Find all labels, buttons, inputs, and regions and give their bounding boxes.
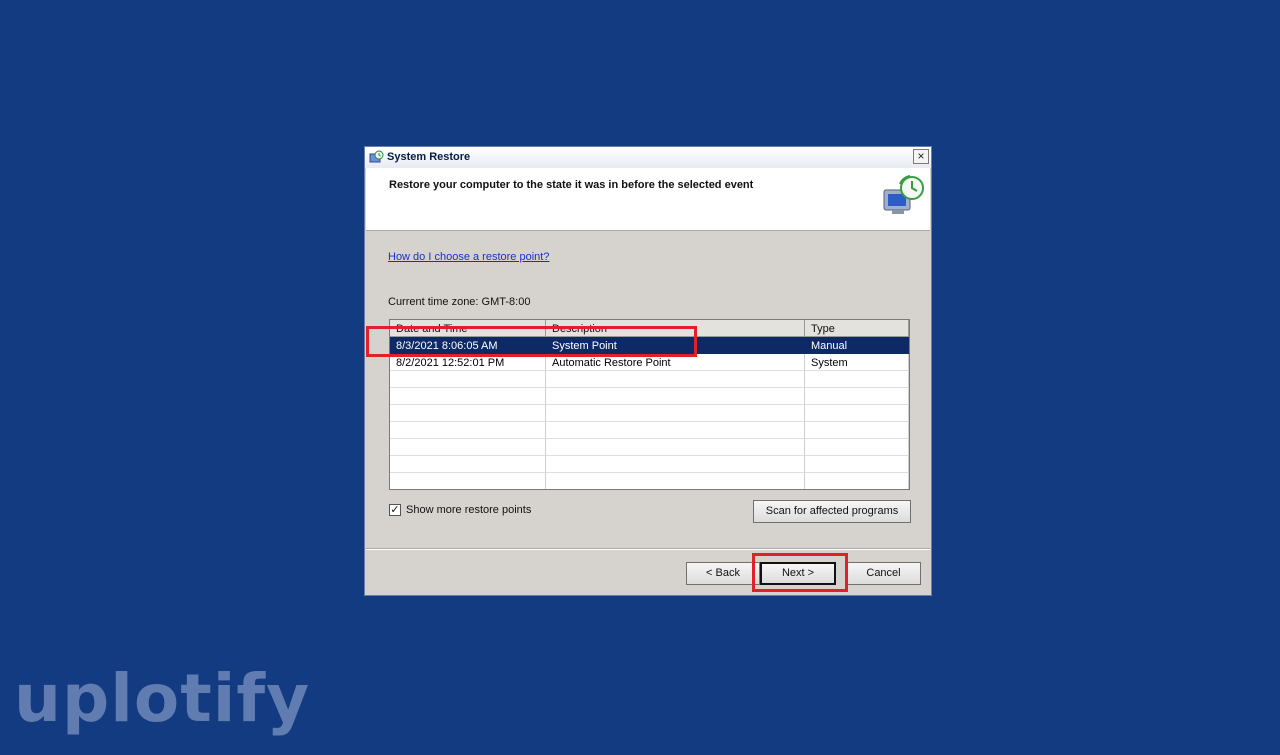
scan-affected-programs-button[interactable]: Scan for affected programs [753,500,911,523]
close-icon: × [917,149,925,163]
watermark-logo: uplotify [14,660,311,737]
wizard-header: Restore your computer to the state it wa… [366,168,930,231]
timezone-label: Current time zone: GMT-8:00 [388,296,531,308]
empty-row [390,473,909,489]
title-bar: System Restore × [365,147,931,169]
system-restore-icon [883,175,924,214]
column-header-type[interactable]: Type [805,320,909,337]
system-restore-window: System Restore × Restore your computer t… [364,146,932,596]
window-title: System Restore [387,151,471,163]
empty-row [390,405,909,422]
empty-row [390,371,909,388]
checkmark-icon: ✓ [390,504,400,516]
header-text: Restore your computer to the state it wa… [389,179,754,191]
close-button[interactable]: × [913,149,929,164]
system-restore-icon [369,150,384,163]
cancel-button[interactable]: Cancel [846,562,921,585]
back-button[interactable]: < Back [686,562,760,585]
show-more-label[interactable]: Show more restore points [406,504,531,516]
annotation-highlight-next [752,553,848,592]
footer-divider-highlight [366,549,930,550]
empty-row [390,456,909,473]
empty-row [390,388,909,405]
help-link[interactable]: How do I choose a restore point? [388,251,549,263]
empty-row [390,439,909,456]
cell-type: System [805,354,909,371]
annotation-highlight-row [366,326,697,357]
empty-row [390,422,909,439]
cell-type: Manual [805,337,909,354]
show-more-checkbox[interactable]: ✓ [389,504,401,516]
